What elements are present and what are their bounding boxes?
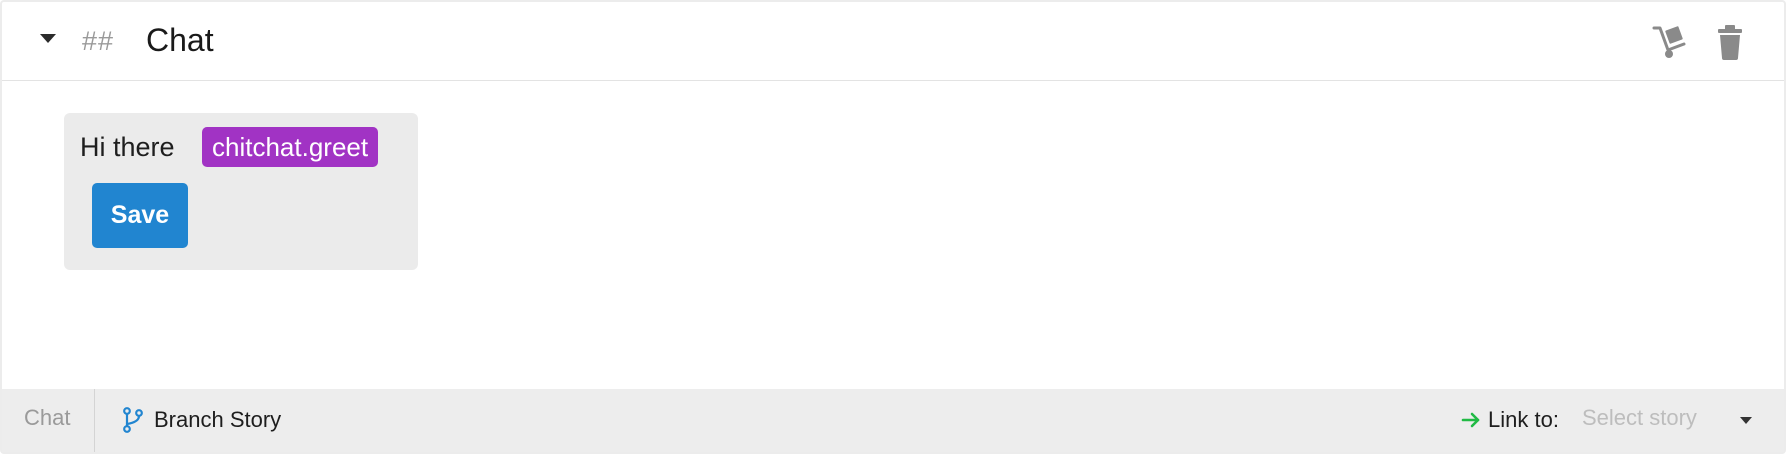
heading-level-marker: ## xyxy=(82,26,115,56)
save-button[interactable]: Save xyxy=(92,183,188,248)
story-path-label: Chat xyxy=(24,405,71,430)
code-branch-icon xyxy=(123,407,143,433)
story-body: Hi there chitchat.greet Save xyxy=(2,81,1784,392)
utterance-text[interactable]: Hi there xyxy=(80,129,175,165)
chevron-down-icon xyxy=(1740,417,1752,424)
user-utterance-bubble: Hi there chitchat.greet Save xyxy=(64,113,418,270)
arrow-right-icon xyxy=(1461,412,1480,428)
intent-label[interactable]: chitchat.greet xyxy=(202,127,379,167)
collapse-caret-icon[interactable] xyxy=(40,34,56,43)
story-footer: Chat Branch Story Link to: Select story xyxy=(2,389,1784,452)
story-card: ## Chat Hi there chitchat.greet Save Cha… xyxy=(0,0,1786,454)
footer-divider xyxy=(94,389,95,452)
link-to-label: Link to: xyxy=(1488,407,1559,432)
link-to-group: Link to: xyxy=(1460,403,1559,437)
story-select-placeholder: Select story xyxy=(1582,405,1697,430)
branch-story-button[interactable]: Branch Story xyxy=(122,403,281,437)
branch-story-label: Branch Story xyxy=(154,407,282,432)
story-select-dropdown[interactable]: Select story xyxy=(1582,401,1752,439)
trash-icon[interactable] xyxy=(1710,22,1750,62)
story-header: ## Chat xyxy=(2,2,1784,81)
dolly-icon[interactable] xyxy=(1650,22,1690,62)
story-title[interactable]: Chat xyxy=(146,22,214,59)
